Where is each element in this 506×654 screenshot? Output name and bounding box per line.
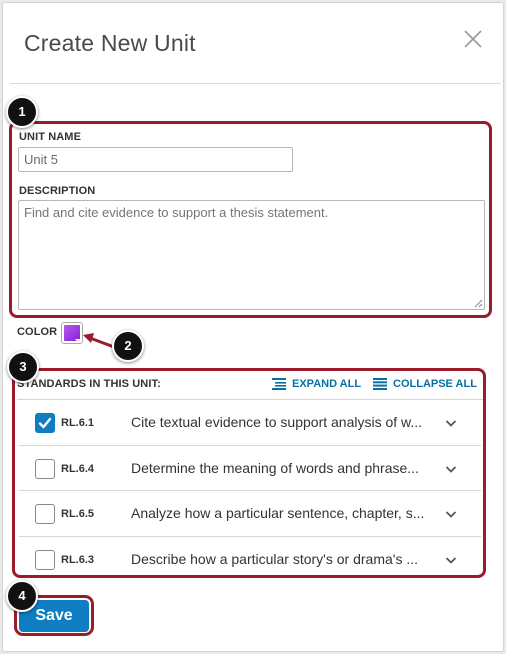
color-label: COLOR xyxy=(17,326,58,338)
step-badge-3: 3 xyxy=(7,351,39,383)
step-badge-1: 1 xyxy=(6,96,38,128)
callout-arrow xyxy=(83,333,115,349)
step-badge-4: 4 xyxy=(6,580,38,612)
callout-highlight xyxy=(9,121,492,318)
close-button[interactable] xyxy=(459,25,487,53)
modal-title: Create New Unit xyxy=(24,30,196,56)
callout-highlight xyxy=(12,368,486,578)
step-badge-2: 2 xyxy=(112,330,144,362)
close-icon xyxy=(464,30,482,48)
header-divider xyxy=(10,83,501,84)
